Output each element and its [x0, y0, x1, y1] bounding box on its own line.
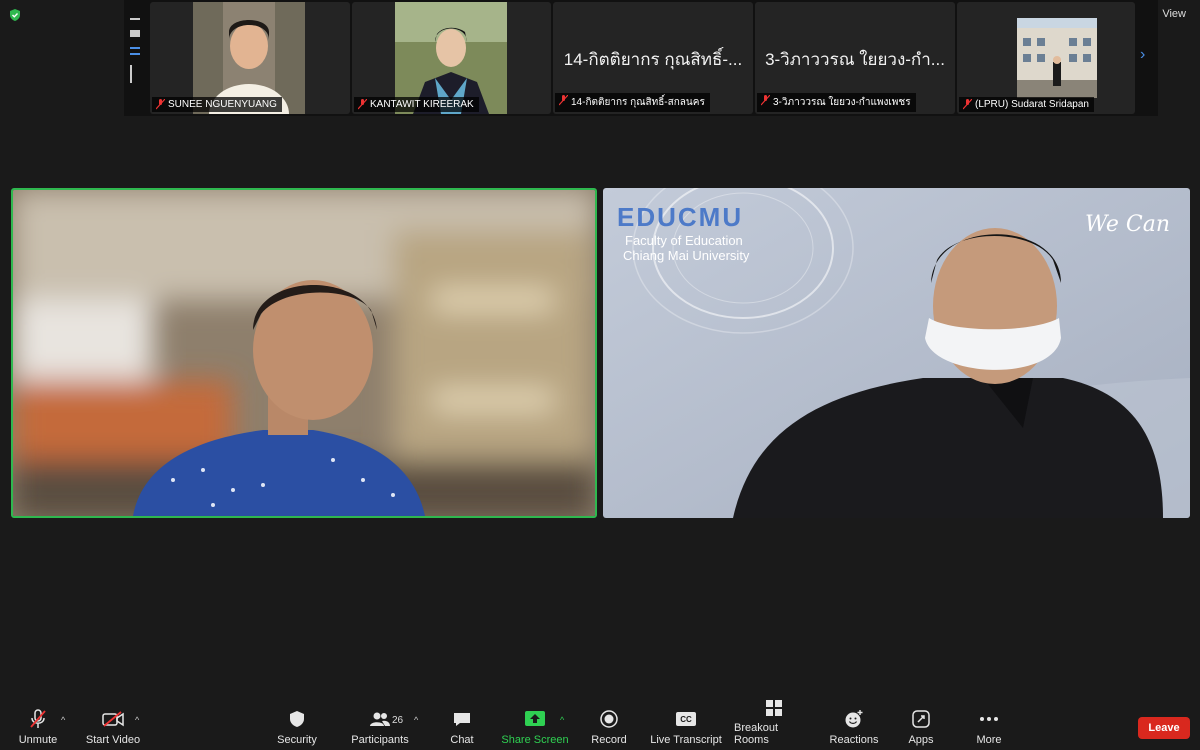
participants-options-caret-icon[interactable]: ^: [414, 715, 418, 725]
participant-tile[interactable]: (LPRU) Sudarat Sridapan: [957, 2, 1135, 114]
breakout-rooms-icon: [766, 700, 782, 716]
muted-mic-icon: [559, 95, 568, 106]
participants-label: Participants: [351, 734, 409, 746]
breakout-rooms-label: Breakout Rooms: [734, 722, 779, 746]
share-screen-label: Share Screen: [501, 734, 569, 746]
brand-line-2: Chiang Mai University: [623, 248, 750, 263]
participant-tile[interactable]: 3-วิภาววรณ ใยยวง-กำ... 3-วิภาววรณ ใยยวง-…: [755, 2, 955, 114]
participant-name: SUNEE NGUENYUANG: [152, 97, 282, 112]
record-icon: [600, 710, 618, 728]
muted-microphone-icon: [30, 709, 46, 728]
leave-button[interactable]: Leave: [1138, 717, 1190, 739]
security-label: Security: [277, 734, 317, 746]
live-transcript-label: Live Transcript: [650, 734, 722, 746]
participants-count: 26: [392, 715, 404, 726]
slogan-text: We Can: [1085, 212, 1170, 237]
brand-line-1: Faculty of Education: [625, 233, 743, 248]
share-screen-button[interactable]: Share Screen: [500, 706, 570, 750]
apps-button[interactable]: Apps: [904, 706, 938, 750]
reactions-button[interactable]: Reactions: [828, 706, 880, 750]
meeting-toolbar: Unmute ^ Start Video ^ Security Particip…: [0, 700, 1200, 750]
participant-display-name: 3-วิภาววรณ ใยยวง-กำ...: [765, 50, 945, 69]
participant-name: KANTAWIT KIREERAK: [354, 97, 479, 112]
security-shield-icon: [290, 711, 304, 727]
gallery-view-icon[interactable]: [130, 65, 140, 83]
strip-view-icon[interactable]: [130, 47, 140, 55]
reactions-label: Reactions: [829, 734, 879, 746]
unmute-label: Unmute: [18, 734, 58, 746]
participant-tile[interactable]: 14-กิตติยากร กุณสิทธิ์-... 14-กิตติยากร …: [553, 2, 753, 114]
encryption-shield-icon[interactable]: [8, 8, 22, 22]
video-options-caret-icon[interactable]: ^: [135, 715, 139, 725]
record-label: Record: [591, 734, 627, 746]
start-video-label: Start Video: [85, 734, 141, 746]
more-label: More: [976, 734, 1002, 746]
unmute-button[interactable]: Unmute: [14, 706, 62, 750]
live-transcript-button[interactable]: CC Live Transcript: [650, 706, 722, 750]
apps-label: Apps: [908, 734, 934, 746]
chat-bubble-icon: [454, 713, 470, 726]
share-screen-icon: [525, 711, 545, 726]
participant-video-main[interactable]: EDUCMU Faculty of Education Chiang Mai U…: [603, 188, 1190, 518]
apps-icon: [912, 710, 930, 728]
video-off-icon: [102, 711, 124, 727]
hide-strip-icon[interactable]: [130, 18, 140, 20]
muted-mic-icon: [963, 99, 972, 110]
participants-icon: [370, 712, 390, 726]
brand-logo: EDUCMU: [617, 202, 744, 232]
more-dots-icon: [980, 717, 998, 721]
audio-options-caret-icon[interactable]: ^: [61, 715, 65, 725]
muted-mic-icon: [156, 99, 165, 110]
participant-name: 3-วิภาววรณ ใยยวง-กำแพงเพชร: [757, 93, 916, 112]
muted-mic-icon: [358, 99, 367, 110]
participant-tile[interactable]: KANTAWIT KIREERAK: [352, 2, 551, 114]
strip-layout-controls: [128, 18, 142, 83]
participant-name: 14-กิตติยากร กุณสิทธิ์-สกลนคร: [555, 93, 710, 112]
more-button[interactable]: More: [972, 706, 1006, 750]
participant-tile[interactable]: SUNEE NGUENYUANG: [150, 2, 350, 114]
participant-video: [1017, 18, 1097, 98]
participant-display-name: 14-กิตติยากร กุณสิทธิ์-...: [563, 50, 743, 69]
speaker-view-icon[interactable]: [130, 30, 140, 37]
chat-label: Chat: [450, 734, 474, 746]
speaker-video-feed: [13, 190, 595, 516]
participants-button[interactable]: Participants: [348, 706, 412, 750]
security-button[interactable]: Security: [272, 706, 322, 750]
start-video-button[interactable]: Start Video: [84, 706, 142, 750]
breakout-rooms-button[interactable]: Breakout Rooms: [734, 700, 814, 750]
closed-caption-icon: CC: [676, 712, 696, 726]
muted-mic-icon: [761, 95, 770, 106]
svg-text:CC: CC: [680, 715, 692, 724]
share-options-caret-icon[interactable]: ^: [560, 715, 564, 725]
active-speaker-video[interactable]: [11, 188, 597, 518]
chat-button[interactable]: Chat: [444, 706, 480, 750]
participant-name: (LPRU) Sudarat Sridapan: [959, 97, 1094, 112]
record-button[interactable]: Record: [588, 706, 630, 750]
next-page-arrow-icon[interactable]: ›: [1140, 46, 1145, 64]
view-label: View: [1162, 8, 1186, 20]
reactions-smiley-icon: [845, 710, 863, 728]
